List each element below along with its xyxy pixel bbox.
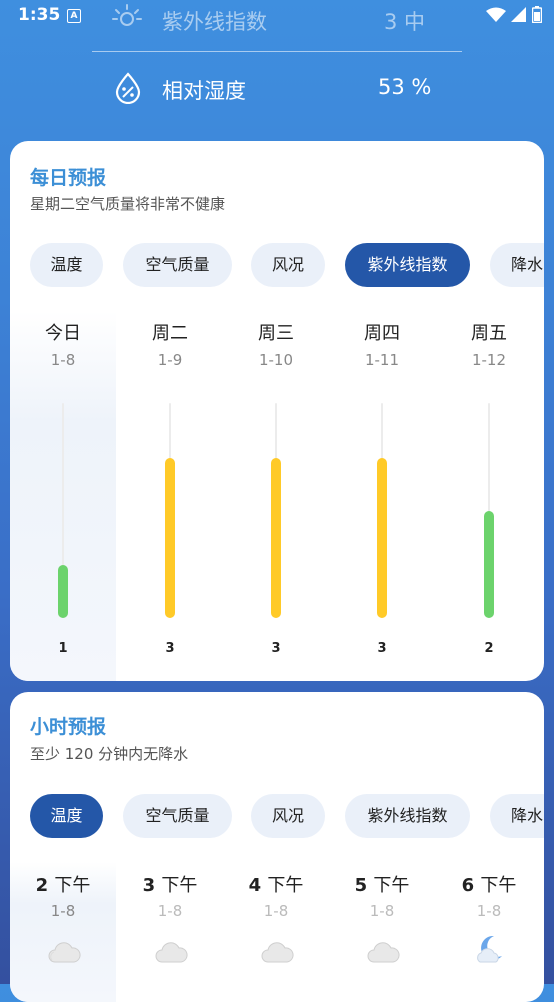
chip-uv-index[interactable]: 紫外线指数 [345, 243, 470, 287]
hourly-chip-row: 温度 空气质量 风况 紫外线指数 降水 [30, 794, 544, 838]
uv-value-label: 3 [165, 641, 175, 656]
day-date: 1-9 [157, 351, 183, 369]
hour-number: 2 [35, 875, 49, 896]
hour-unit: 下午 [480, 875, 517, 896]
chip-temperature[interactable]: 温度 [30, 243, 103, 287]
day-column[interactable]: 周二 1-9 3 [117, 311, 223, 681]
hour-unit: 下午 [54, 875, 91, 896]
chip-air-quality[interactable]: 空气质量 [123, 794, 232, 838]
uv-bar [377, 458, 387, 618]
daily-forecast-card: 每日预报 星期二空气质量将非常不健康 温度 空气质量 风况 紫外线指数 降水 今… [10, 141, 544, 681]
moon-cloud-icon [477, 935, 502, 963]
hour-column[interactable]: 4 下午 1-8 [223, 862, 329, 1002]
hour-column[interactable]: 2 下午 1-8 [10, 862, 116, 1002]
hourly-forecast-subtitle: 至少 120 分钟内无降水 [30, 745, 189, 763]
day-name: 今日 [45, 323, 81, 344]
uv-bar [58, 564, 68, 618]
hour-label: 5 下午 [329, 871, 435, 897]
day-date: 1-8 [50, 351, 76, 369]
hour-column[interactable]: 5 下午 1-8 [329, 862, 435, 1002]
hour-unit: 下午 [267, 875, 304, 896]
hour-label: 6 下午 [436, 871, 542, 897]
chip-precipitation[interactable]: 降水 [490, 243, 544, 287]
day-column[interactable]: 周三 1-10 3 [223, 311, 329, 681]
cloudy-icon [48, 942, 81, 963]
hour-number: 4 [248, 875, 262, 896]
chip-temperature[interactable]: 温度 [30, 794, 103, 838]
day-date: 1-10 [258, 351, 294, 369]
hour-label: 3 下午 [117, 871, 223, 897]
hour-column[interactable]: 3 下午 1-8 [117, 862, 223, 1002]
chip-uv-index[interactable]: 紫外线指数 [345, 794, 470, 838]
uv-value-label: 2 [484, 641, 494, 656]
day-column[interactable]: 周四 1-11 3 [329, 311, 435, 681]
cloudy-icon [261, 942, 294, 963]
hour-number: 6 [461, 875, 475, 896]
humidity-label: 相对湿度 [162, 79, 246, 103]
uv-bar [484, 511, 494, 618]
day-name: 周二 [152, 323, 188, 344]
day-name: 周三 [258, 323, 294, 344]
divider [92, 51, 462, 52]
chip-wind[interactable]: 风况 [251, 243, 325, 287]
hour-column[interactable]: 6 下午 1-8 [436, 862, 542, 1002]
uv-value: 3 中 [384, 10, 426, 34]
humidity-drop-icon [115, 72, 141, 104]
uv-value-label: 3 [271, 641, 281, 656]
hour-date: 1-8 [157, 902, 183, 920]
uv-bar [165, 458, 175, 618]
hour-label: 2 下午 [10, 871, 116, 897]
hourly-forecast-card: 小时预报 至少 120 分钟内无降水 温度 空气质量 风况 紫外线指数 降水 2… [10, 692, 544, 1002]
uv-label: 紫外线指数 [162, 10, 267, 34]
hour-number: 5 [354, 875, 368, 896]
hour-number: 3 [142, 875, 156, 896]
day-date: 1-12 [471, 351, 507, 369]
chip-precipitation[interactable]: 降水 [490, 794, 544, 838]
hour-date: 1-8 [369, 902, 395, 920]
day-date: 1-11 [364, 351, 400, 369]
day-name: 周四 [364, 323, 400, 344]
daily-chip-row: 温度 空气质量 风况 紫外线指数 降水 [30, 243, 544, 287]
uv-bar [271, 458, 281, 618]
daily-forecast-title: 每日预报 [30, 167, 107, 189]
sun-bulb-icon [112, 4, 142, 26]
hour-unit: 下午 [161, 875, 198, 896]
humidity-row: 相对湿度 53 % [0, 70, 554, 106]
chip-wind[interactable]: 风况 [251, 794, 325, 838]
hour-label: 4 下午 [223, 871, 329, 897]
day-name: 周五 [471, 323, 507, 344]
hour-date: 1-8 [50, 902, 76, 920]
day-column[interactable]: 周五 1-12 2 [436, 311, 542, 681]
cloudy-icon [155, 942, 188, 963]
hour-date: 1-8 [476, 902, 502, 920]
humidity-value: 53 % [378, 75, 432, 99]
uv-value-label: 1 [58, 641, 68, 656]
day-column[interactable]: 今日 1-8 1 [10, 311, 116, 681]
uv-index-row: 紫外线指数 3 中 [0, 2, 554, 38]
chip-air-quality[interactable]: 空气质量 [123, 243, 232, 287]
daily-forecast-subtitle: 星期二空气质量将非常不健康 [30, 195, 226, 213]
hourly-forecast-title: 小时预报 [30, 716, 107, 738]
hour-date: 1-8 [263, 902, 289, 920]
uv-value-label: 3 [377, 641, 387, 656]
hour-unit: 下午 [373, 875, 410, 896]
cloudy-icon [367, 942, 400, 963]
